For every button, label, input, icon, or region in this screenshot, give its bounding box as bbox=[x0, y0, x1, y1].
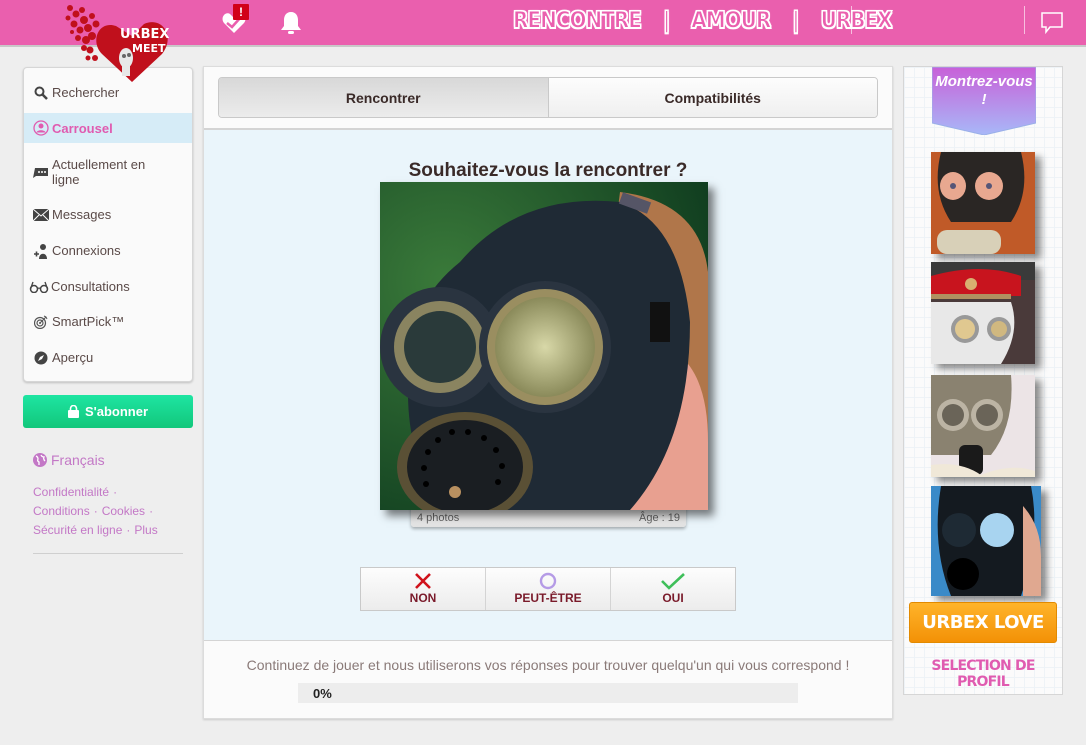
separator: · bbox=[93, 504, 98, 518]
language-label: Français bbox=[51, 452, 105, 468]
check-icon bbox=[661, 573, 685, 590]
slogan: RENCONTRE | AMOUR | URBEX bbox=[513, 6, 894, 34]
slogan-amour: AMOUR bbox=[691, 6, 772, 34]
cookies-link[interactable]: Cookies bbox=[102, 504, 145, 518]
sidebar-divider bbox=[33, 553, 183, 554]
target-icon bbox=[32, 314, 50, 330]
x-icon bbox=[415, 573, 431, 589]
circle-icon bbox=[539, 572, 557, 590]
maybe-button[interactable]: PEUT-ÊTRE bbox=[486, 568, 611, 610]
sidebar-item-carrousel[interactable]: Carrousel bbox=[24, 113, 192, 143]
slogan-separator: | bbox=[792, 6, 800, 34]
online-chat-icon bbox=[32, 165, 50, 181]
separator: · bbox=[149, 504, 154, 518]
subscribe-button[interactable]: S'abonner bbox=[23, 395, 193, 428]
progress-label: 0% bbox=[313, 686, 332, 701]
notification-badge: ! bbox=[233, 4, 249, 20]
urbex-love-button[interactable]: URBEX LOVE bbox=[909, 602, 1057, 643]
sidebar-item-label: Consultations bbox=[51, 279, 130, 294]
maybe-label: PEUT-ÊTRE bbox=[514, 591, 582, 605]
yes-button[interactable]: OUI bbox=[611, 568, 735, 610]
compass-icon bbox=[32, 350, 50, 366]
language-selector[interactable]: Français bbox=[33, 452, 105, 468]
separator: · bbox=[126, 523, 131, 537]
sidebar-item-label: Messages bbox=[52, 207, 112, 222]
sidebar-item-label: Aperçu bbox=[52, 350, 94, 365]
more-link[interactable]: Plus bbox=[134, 523, 157, 537]
chat-icon[interactable] bbox=[1040, 11, 1064, 40]
sidebar-item-label: Connexions bbox=[52, 243, 121, 258]
sidebar-item-smartpick[interactable]: SmartPick™ bbox=[24, 314, 192, 330]
online-safety-link[interactable]: Sécurité en ligne bbox=[33, 523, 122, 537]
header-divider bbox=[851, 6, 852, 34]
carousel-stage: Souhaitez-vous la rencontrer ? 4 photos … bbox=[204, 128, 892, 641]
sidebar-menu: Rechercher Carrousel Actuellement en lig… bbox=[23, 67, 193, 382]
photo-count: 4 photos bbox=[417, 512, 460, 524]
globe-icon bbox=[33, 453, 47, 467]
tab-bar: Rencontrer Compatibilités bbox=[218, 77, 878, 118]
footer-links: Confidentialité · Conditions · Cookies · Séc… bbox=[33, 483, 193, 540]
lock-icon bbox=[67, 405, 79, 418]
sidebar-item-label: Rechercher bbox=[52, 85, 120, 100]
slogan-separator: | bbox=[662, 6, 670, 34]
search-icon bbox=[32, 85, 50, 101]
question-heading: Souhaitez-vous la rencontrer ? bbox=[408, 160, 688, 181]
carousel-user-icon bbox=[32, 120, 50, 136]
profile-thumbnail[interactable] bbox=[931, 486, 1041, 596]
main-panel: Rencontrer Compatibilités Souhaitez-vous… bbox=[203, 66, 893, 719]
profile-thumbnail[interactable] bbox=[931, 152, 1035, 254]
sidebar-item-actuellement-en-ligne[interactable]: Actuellement en ligne bbox=[24, 157, 192, 187]
progress-message: Continuez de jouer et nous utiliserons v… bbox=[246, 657, 850, 673]
terms-link[interactable]: Conditions bbox=[33, 504, 90, 518]
header-divider bbox=[1024, 6, 1025, 34]
sidebar-item-label: Carrousel bbox=[52, 120, 113, 136]
separator: · bbox=[113, 485, 118, 499]
sidebar-item-label: SmartPick™ bbox=[52, 314, 125, 329]
profile-age: Âge : 19 bbox=[639, 512, 680, 524]
no-label: NON bbox=[409, 591, 437, 605]
tab-rencontrer[interactable]: Rencontrer bbox=[219, 78, 549, 117]
subscribe-label: S'abonner bbox=[84, 404, 149, 419]
sidebar-item-consultations[interactable]: Consultations bbox=[24, 279, 192, 295]
profile-thumbnail[interactable] bbox=[931, 262, 1035, 364]
urbex-meet-logo[interactable]: URBEX MEET bbox=[62, 2, 172, 84]
sidebar-item-label: Actuellement en ligne bbox=[52, 157, 146, 187]
banner-text: Montrez-vous ! bbox=[935, 73, 1033, 108]
sidebar-item-messages[interactable]: Messages bbox=[24, 207, 192, 223]
slogan-rencontre: RENCONTRE bbox=[513, 6, 643, 34]
profile-photo[interactable] bbox=[380, 182, 708, 510]
right-panel: Montrez-vous ! URBEX LOVE SELECTION DE P… bbox=[903, 66, 1063, 695]
progress-bar: 0% bbox=[298, 683, 798, 703]
privacy-link[interactable]: Confidentialité bbox=[33, 485, 109, 499]
envelope-icon bbox=[32, 207, 50, 223]
sidebar-item-apercu[interactable]: Aperçu bbox=[24, 350, 192, 366]
show-yourself-banner[interactable]: Montrez-vous ! bbox=[931, 66, 1037, 136]
tab-compatibilites[interactable]: Compatibilités bbox=[548, 78, 877, 117]
profile-selection-link[interactable]: SELECTION DE PROFIL bbox=[904, 658, 1062, 690]
add-user-icon bbox=[32, 243, 50, 259]
sidebar-item-rechercher[interactable]: Rechercher bbox=[24, 85, 192, 101]
svg-text:MEET: MEET bbox=[132, 42, 166, 55]
profile-thumbnail[interactable] bbox=[931, 375, 1035, 477]
slogan-urbex: URBEX bbox=[820, 6, 893, 34]
bell-icon[interactable] bbox=[278, 10, 304, 36]
sidebar-item-connexions[interactable]: Connexions bbox=[24, 243, 192, 259]
glasses-icon bbox=[29, 279, 49, 295]
answer-buttons: NON PEUT-ÊTRE OUI bbox=[360, 567, 736, 611]
yes-label: OUI bbox=[662, 591, 684, 605]
no-button[interactable]: NON bbox=[361, 568, 486, 610]
svg-text:URBEX: URBEX bbox=[120, 27, 169, 42]
